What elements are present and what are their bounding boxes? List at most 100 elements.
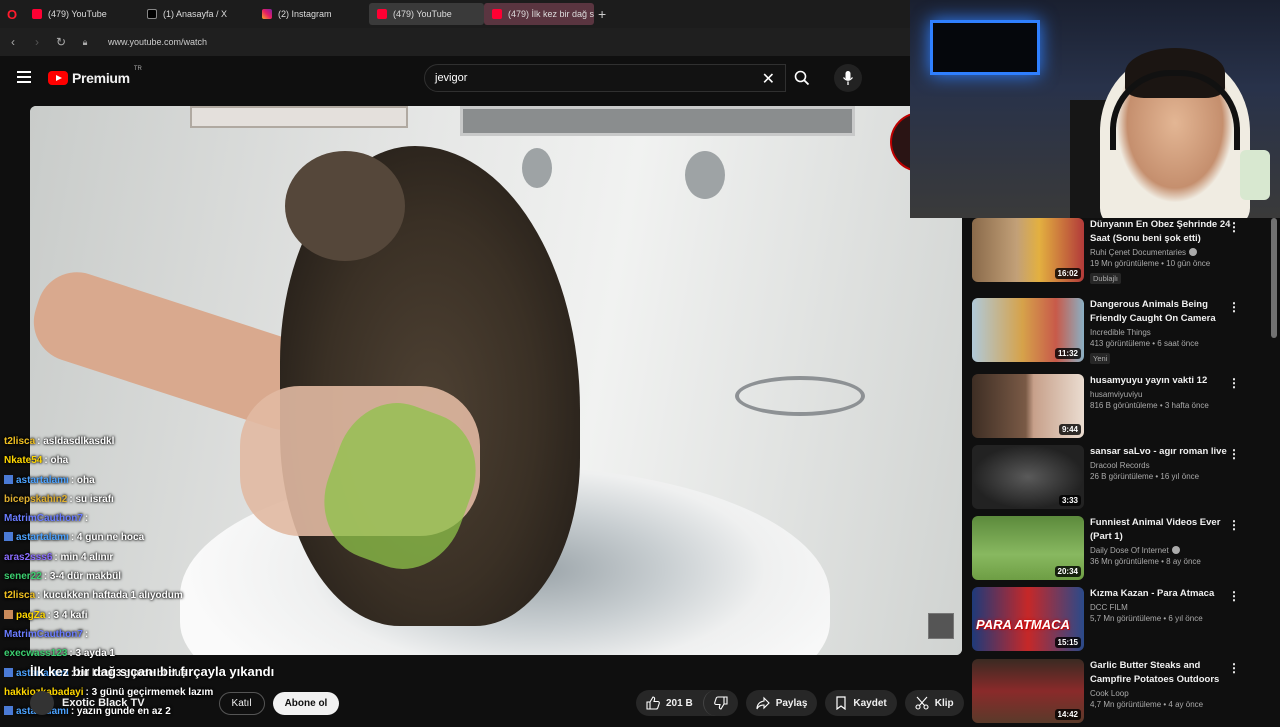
duration-badge: 16:02 <box>1054 268 1081 279</box>
channel-name[interactable]: Exotic Black TV <box>62 697 145 709</box>
browser-tab[interactable]: (2) Instagram <box>254 3 369 25</box>
recommendation-meta: 26 B görüntüleme • 16 yıl önce <box>1090 472 1200 481</box>
chat-message: sener22: 3-4 dür makbül <box>4 567 334 586</box>
recommendation-title[interactable]: Garlic Butter Steaks and Campfire Potato… <box>1090 659 1240 687</box>
youtube-icon <box>377 9 387 19</box>
microphone-icon <box>842 71 854 85</box>
more-options-icon[interactable]: ⋮ <box>1228 376 1240 390</box>
more-options-icon[interactable]: ⋮ <box>1228 300 1240 314</box>
like-button[interactable]: 201 B <box>636 690 703 716</box>
recommendation-title[interactable]: Kızma Kazan - Para Atmaca <box>1090 587 1240 601</box>
recommendation-title[interactable]: Dangerous Animals Being Friendly Caught … <box>1090 298 1240 326</box>
recommendation-title[interactable]: sansar saLvo - agır roman live <box>1090 445 1240 459</box>
chat-badge-icon <box>4 706 13 716</box>
search-button[interactable] <box>786 64 818 92</box>
recommendation-item[interactable]: 11:32 Dangerous Animals Being Friendly C… <box>972 298 1272 366</box>
reload-icon[interactable]: ↻ <box>54 35 68 49</box>
recommendation-channel[interactable]: Ruhi Çenet Documentaries <box>1090 248 1240 257</box>
chat-message: t2lisca: kucukken haftada 1 alıyodum <box>4 586 334 605</box>
back-icon[interactable]: ‹ <box>6 35 20 49</box>
recommendation-title[interactable]: husamyuyu yayın vakti 12 <box>1090 374 1240 388</box>
chat-message: Nkate54: oha <box>4 451 334 470</box>
chat-user: aras2sss6 <box>4 551 53 563</box>
verified-icon <box>1189 248 1198 256</box>
recommendation-channel[interactable]: Incredible Things <box>1090 328 1240 337</box>
voice-search-button[interactable] <box>834 64 862 92</box>
subscribe-button[interactable]: Abone ol <box>272 691 340 715</box>
youtube-logo[interactable]: Premium TR <box>48 66 142 86</box>
thumbs-down-icon <box>713 696 728 710</box>
video-thumbnail[interactable]: 16:02 <box>972 218 1084 282</box>
clear-search-icon[interactable]: ✕ <box>762 69 775 89</box>
recommendation-item[interactable]: 14:42 Garlic Butter Steaks and Campfire … <box>972 659 1272 727</box>
video-thumbnail[interactable]: 11:32 <box>972 298 1084 362</box>
chat-text: : 3 4 kafi <box>47 609 88 621</box>
chat-text: : 4 gun ne hoca <box>70 532 145 544</box>
more-options-icon[interactable]: ⋮ <box>1228 518 1240 532</box>
forward-icon[interactable]: › <box>30 35 44 49</box>
chat-user: Nkate54 <box>4 455 43 467</box>
chat-badge-icon <box>4 474 13 484</box>
browser-tab[interactable]: (479) YouTube <box>24 3 139 25</box>
chat-message: execwass123: 3 ayda 1 <box>4 644 334 663</box>
recommendation-meta: 4,7 Mn görüntüleme • 4 ay önce <box>1090 700 1204 709</box>
dubbed-badge: Dublajlı <box>1090 273 1122 284</box>
url-text[interactable]: www.youtube.com/watch <box>108 37 207 47</box>
browser-tab-active[interactable]: (479) İlk kez bir dağ sıçan <box>484 3 594 25</box>
recommendation-item[interactable]: 9:44 husamyuyu yayın vakti 12 husamviyuv… <box>972 374 1272 442</box>
recommendation-item[interactable]: 3:33 sansar saLvo - agır roman live Drac… <box>972 445 1272 513</box>
video-thumbnail[interactable]: 9:44 <box>972 374 1084 438</box>
chat-user: sener22 <box>4 571 42 583</box>
video-tap <box>685 151 725 199</box>
recommendation-title[interactable]: Dünyanın En Obez Şehrinde 24 Saat (Sonu … <box>1090 218 1240 246</box>
recommendation-channel[interactable]: Cook Loop <box>1090 689 1240 698</box>
recommendation-item[interactable]: 16:02 Dünyanın En Obez Şehrinde 24 Saat … <box>972 218 1272 286</box>
chat-user: astartalamı <box>16 532 69 544</box>
chat-message: bicepskahin2: su israfı <box>4 490 334 509</box>
chat-badge-icon <box>4 609 13 619</box>
video-thumbnail[interactable]: PARA ATMACA 15:15 <box>972 587 1084 651</box>
video-thumbnail[interactable]: 3:33 <box>972 445 1084 509</box>
join-button[interactable]: Katıl <box>218 691 265 715</box>
browser-tab[interactable]: (479) YouTube <box>369 3 484 25</box>
webcam-microphone <box>1240 150 1270 200</box>
logo-text: Premium <box>72 70 130 86</box>
share-button[interactable]: Paylaş <box>745 690 818 716</box>
chat-text: : asldasdlkasdkl <box>37 436 115 447</box>
clip-button[interactable]: Klip <box>904 690 964 716</box>
video-thumbnail[interactable]: 14:42 <box>972 659 1084 723</box>
channel-avatar[interactable] <box>30 691 54 715</box>
youtube-header: Premium TR jevigor ✕ <box>0 56 960 100</box>
recommendation-channel[interactable]: Dracool Records <box>1090 461 1240 470</box>
recommendation-meta: 413 görüntüleme • 6 saat önce <box>1090 339 1199 348</box>
new-tab-button[interactable]: + <box>598 6 606 22</box>
chat-user: MatrimCauthon7 <box>4 628 83 640</box>
more-options-icon[interactable]: ⋮ <box>1228 447 1240 461</box>
video-overlay-button[interactable] <box>928 613 954 639</box>
more-options-icon[interactable]: ⋮ <box>1228 589 1240 603</box>
video-thumbnail[interactable]: 20:34 <box>972 516 1084 580</box>
more-options-icon[interactable]: ⋮ <box>1228 220 1240 234</box>
recommendation-item[interactable]: PARA ATMACA 15:15 Kızma Kazan - Para Atm… <box>972 587 1272 655</box>
sidebar-scrollbar[interactable] <box>1271 218 1277 338</box>
channel-name: Ruhi Çenet Documentaries <box>1090 248 1187 257</box>
chat-text: : oha <box>44 455 69 467</box>
search-input[interactable]: jevigor ✕ <box>424 64 786 92</box>
chat-text: : <box>84 513 89 525</box>
recommendation-title[interactable]: Funniest Animal Videos Ever (Part 1) <box>1090 516 1240 544</box>
recommendation-channel[interactable]: DCC FILM <box>1090 603 1240 612</box>
menu-icon[interactable] <box>17 71 31 83</box>
browser-tab[interactable]: (1) Anasayfa / X <box>139 3 254 25</box>
recommendation-item[interactable]: 20:34 Funniest Animal Videos Ever (Part … <box>972 516 1272 584</box>
duration-badge: 3:33 <box>1058 495 1081 506</box>
more-options-icon[interactable]: ⋮ <box>1228 661 1240 675</box>
save-button[interactable]: Kaydet <box>825 690 897 716</box>
chat-text: : oha <box>70 474 95 486</box>
tab-title: (1) Anasayfa / X <box>163 9 228 19</box>
thumbs-up-icon <box>646 696 660 710</box>
chat-message: pagZa: 3 4 kafi <box>4 606 334 625</box>
dislike-button[interactable] <box>702 690 738 716</box>
opera-logo-icon[interactable]: O <box>0 0 24 28</box>
recommendation-channel[interactable]: Daily Dose Of Internet <box>1090 546 1240 555</box>
recommendation-channel[interactable]: husamviyuviyu <box>1090 390 1240 399</box>
